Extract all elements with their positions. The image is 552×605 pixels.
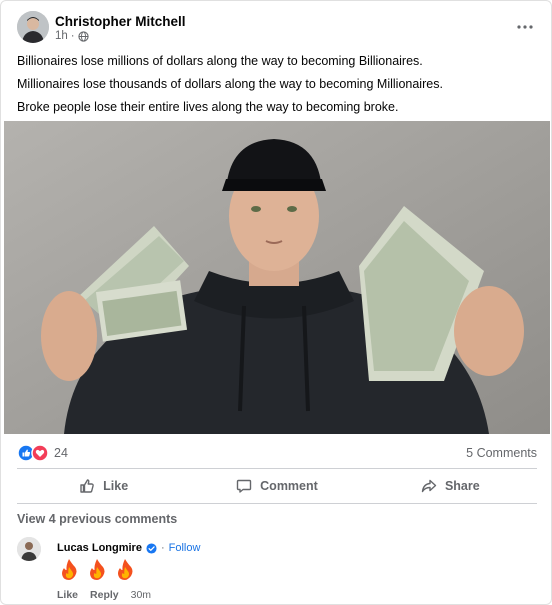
comment-reply-button[interactable]: Reply [90, 589, 119, 601]
thumbs-up-icon [80, 479, 94, 493]
more-icon[interactable] [513, 15, 537, 39]
fire-emoji [62, 559, 77, 580]
comment-actions: Like Reply 30m [57, 589, 151, 601]
author-avatar-image [17, 11, 49, 43]
post-actions: Like Comment Share [17, 470, 537, 502]
view-previous-comments-link[interactable]: View 4 previous comments [17, 512, 177, 526]
share-button[interactable]: Share [364, 470, 537, 502]
commenter-avatar-image [17, 537, 41, 561]
comment-icon [236, 479, 252, 493]
reaction-count[interactable]: 24 [54, 446, 68, 460]
photo-image [4, 121, 550, 434]
comment-separator: · [160, 542, 165, 554]
reaction-icons-svg [17, 444, 49, 462]
comment-button[interactable]: Comment [190, 470, 363, 502]
comment-label: Comment [260, 479, 318, 493]
reaction-stats: 24 5 Comments [17, 443, 537, 463]
comment-header: Lucas Longmire · Follow [57, 542, 200, 554]
share-icon [421, 479, 437, 493]
globe-icon [78, 30, 89, 42]
post-photo[interactable] [4, 121, 550, 434]
post-card: Christopher Mitchell 1h · Billionaires l… [0, 0, 552, 605]
post-meta: 1h · [55, 30, 89, 42]
post-line: Billionaires lose millions of dollars al… [17, 54, 423, 68]
divider [17, 468, 537, 469]
fire-emoji [90, 559, 105, 580]
reaction-icons[interactable] [17, 444, 51, 462]
post-text: Billionaires lose millions of dollars al… [17, 50, 537, 119]
meta-separator: · [70, 30, 75, 42]
fire-emoji [118, 559, 133, 580]
verified-badge-icon [146, 542, 157, 554]
like-button[interactable]: Like [17, 470, 190, 502]
more-dots [517, 25, 533, 29]
divider [17, 503, 537, 504]
author-avatar[interactable] [17, 11, 49, 43]
follow-link[interactable]: Follow [169, 542, 201, 554]
comment-like-button[interactable]: Like [57, 589, 78, 601]
comment-time[interactable]: 30m [131, 589, 151, 601]
post-line: Broke people lose their entire lives alo… [17, 100, 399, 114]
commenter-avatar[interactable] [17, 537, 41, 561]
post-header: Christopher Mitchell 1h · [17, 11, 537, 45]
post-line: Millionaires lose thousands of dollars a… [17, 77, 443, 91]
post-time[interactable]: 1h [55, 30, 68, 42]
comments-count[interactable]: 5 Comments [466, 446, 537, 460]
love-reaction-icon [31, 444, 49, 462]
share-label: Share [444, 479, 480, 493]
commenter-name[interactable]: Lucas Longmire [57, 542, 142, 554]
like-label: Like [103, 479, 129, 493]
author-name[interactable]: Christopher Mitchell [55, 14, 186, 29]
comment-text [57, 557, 137, 581]
